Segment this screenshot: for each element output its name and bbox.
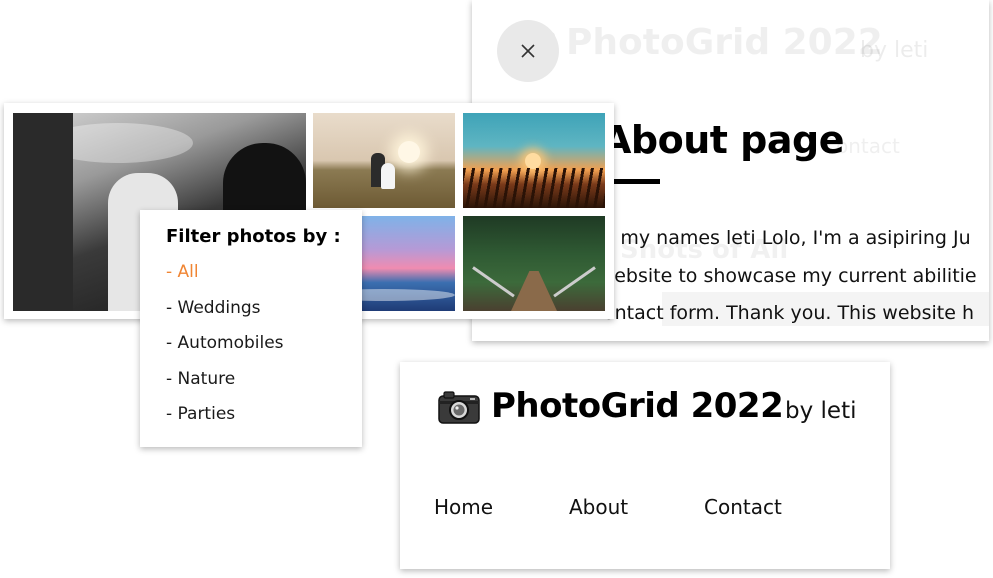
filter-item-all[interactable]: - All — [166, 260, 284, 296]
filter-panel: Filter photos by : - All - Weddings - Au… — [140, 210, 362, 447]
background-brand-title: PhotoGrid 2022 — [566, 22, 883, 63]
photo-field-couple[interactable] — [313, 113, 455, 208]
brand-title: PhotoGrid 2022 — [491, 386, 784, 426]
camera-icon — [438, 391, 480, 424]
about-paragraph: i, my names leti Lolo, I'm a asipiring J… — [603, 220, 989, 333]
close-button[interactable] — [497, 20, 559, 82]
nav-link-home[interactable]: Home — [434, 495, 493, 519]
photo-forest-bridge[interactable] — [463, 216, 605, 311]
filter-list: - All - Weddings - Automobiles - Nature … — [166, 260, 284, 438]
photo-sunset-plants[interactable] — [463, 113, 605, 208]
title-underline — [609, 179, 660, 184]
filter-heading: Filter photos by : — [166, 226, 341, 247]
nav-link-about[interactable]: About — [569, 495, 628, 519]
filter-item-nature[interactable]: - Nature — [166, 367, 284, 403]
background-brand-by: by leti — [860, 38, 929, 63]
nav-link-contact[interactable]: Contact — [704, 495, 782, 519]
about-line: ontact form. Thank you. This website h — [603, 302, 974, 324]
filter-item-parties[interactable]: - Parties — [166, 402, 284, 438]
about-page-title: About page — [602, 118, 844, 162]
about-line: i, my names leti Lolo, I'm a asipiring J… — [603, 227, 971, 249]
about-line: vebsite to showcase my current abilitie — [603, 264, 977, 287]
filter-item-weddings[interactable]: - Weddings — [166, 296, 284, 332]
site-header: PhotoGrid 2022 by leti Home About Contac… — [400, 362, 890, 569]
brand-byline: by leti — [785, 398, 857, 424]
close-icon — [521, 44, 535, 58]
filter-item-automobiles[interactable]: - Automobiles — [166, 331, 284, 367]
